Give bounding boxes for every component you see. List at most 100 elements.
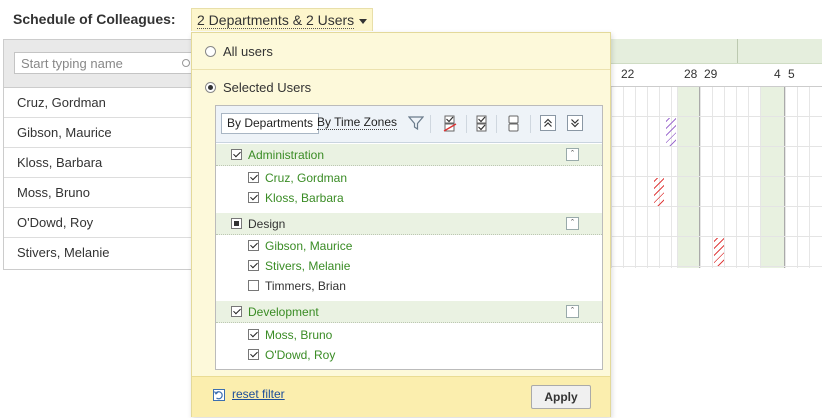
member-row[interactable]: Timmers, Brian <box>216 276 602 296</box>
absence-mark[interactable] <box>714 238 724 266</box>
collapse-all-icon[interactable] <box>540 114 556 132</box>
tab-by-time-zones-label[interactable]: By Time Zones <box>317 115 398 130</box>
toolbar-divider <box>430 115 431 133</box>
member-checkbox[interactable] <box>248 192 259 203</box>
search-input[interactable] <box>14 52 192 74</box>
grid-row-line <box>611 266 822 267</box>
day-column <box>785 87 797 268</box>
reset-filter-link[interactable]: reset filter <box>232 387 285 401</box>
group-label[interactable]: Administration <box>248 148 324 162</box>
member-label[interactable]: Cruz, Gordman <box>265 171 347 185</box>
member-row[interactable]: Cruz, Gordman <box>216 168 602 188</box>
member-checkbox[interactable] <box>248 349 259 360</box>
day-label: 4 <box>774 67 781 81</box>
group-label[interactable]: Design <box>248 217 285 231</box>
member-checkbox[interactable] <box>248 240 259 251</box>
member-row[interactable]: Gibson, Maurice <box>216 236 602 256</box>
toolbar-divider <box>496 115 497 133</box>
reset-icon[interactable] <box>213 389 225 401</box>
absence-mark[interactable] <box>654 178 664 206</box>
day-column <box>635 87 647 268</box>
member-label[interactable]: Gibson, Maurice <box>265 239 352 253</box>
member-label[interactable]: Timmers, Brian <box>265 279 346 293</box>
group-administration[interactable]: Administration ˆ <box>216 144 602 166</box>
filter-dropdown[interactable]: 2 Departments & 2 Users <box>191 8 374 31</box>
divider <box>192 69 610 70</box>
collapse-icon[interactable]: ˆ <box>566 148 579 161</box>
colleague-row[interactable]: Gibson, Maurice <box>4 118 197 148</box>
popup-footer: reset filter Apply <box>192 376 610 417</box>
check-all-icon[interactable] <box>474 114 490 132</box>
day-column <box>748 87 760 268</box>
day-label: 28 <box>684 67 698 81</box>
grid-row-line <box>611 176 822 177</box>
colleague-row[interactable]: Stivers, Melanie <box>4 238 197 268</box>
expand-all-icon[interactable] <box>567 114 583 132</box>
apply-button[interactable]: Apply <box>531 385 591 409</box>
member-row[interactable]: Moss, Bruno <box>216 325 602 345</box>
selector-toolbar: By Departments By Time Zones <box>216 106 602 143</box>
member-label[interactable]: Stivers, Melanie <box>265 259 350 273</box>
selected-users-option[interactable]: Selected Users <box>205 80 311 95</box>
group-checkbox[interactable] <box>231 306 242 317</box>
member-checkbox[interactable] <box>248 172 259 183</box>
collapse-icon[interactable]: ˆ <box>566 305 579 318</box>
all-users-option[interactable]: All users <box>205 44 273 59</box>
grid-row-line <box>611 146 822 147</box>
all-users-label[interactable]: All users <box>223 44 273 59</box>
member-label[interactable]: Moss, Bruno <box>265 328 332 342</box>
colleague-row[interactable]: Kloss, Barbara <box>4 148 197 178</box>
member-checkbox[interactable] <box>248 280 259 291</box>
day-column <box>611 87 623 268</box>
day-label: 5 <box>788 67 795 81</box>
user-selector: By Departments By Time Zones Administrat… <box>215 105 603 370</box>
day-column <box>797 87 809 268</box>
grid-row-line <box>611 116 822 117</box>
group-label[interactable]: Development <box>248 305 319 319</box>
grid-row-line <box>611 206 822 207</box>
month-divider <box>737 39 738 63</box>
filter-icon[interactable] <box>408 114 424 132</box>
month-header <box>611 39 822 64</box>
caret-down-icon[interactable] <box>359 18 368 24</box>
group-checkbox[interactable] <box>231 218 242 229</box>
page-title: Schedule of Colleagues: <box>13 11 176 27</box>
all-users-radio[interactable] <box>205 46 216 57</box>
day-column <box>700 87 712 268</box>
member-label[interactable]: O'Dowd, Roy <box>265 348 335 362</box>
colleague-row[interactable]: Cruz, Gordman <box>4 88 197 118</box>
member-row[interactable]: Stivers, Melanie <box>216 256 602 276</box>
group-development[interactable]: Development ˆ <box>216 301 602 323</box>
tab-by-departments[interactable]: By Departments <box>221 113 320 134</box>
member-checkbox[interactable] <box>248 329 259 340</box>
day-column <box>623 87 635 268</box>
search-icon <box>182 59 190 67</box>
clear-selection-icon[interactable] <box>506 114 522 132</box>
uncheck-all-icon[interactable] <box>442 114 458 132</box>
day-column <box>724 87 736 268</box>
member-row[interactable]: Kloss, Barbara <box>216 188 602 208</box>
colleague-row[interactable]: Moss, Bruno <box>4 178 197 208</box>
group-design[interactable]: Design ˆ <box>216 213 602 235</box>
absence-mark[interactable] <box>666 118 676 146</box>
day-label: 22 <box>621 67 635 81</box>
grid-row-line <box>611 236 822 237</box>
search-bar <box>4 40 197 88</box>
schedule-grid: 22 28 29 4 5 <box>611 39 822 268</box>
selected-users-label[interactable]: Selected Users <box>223 80 311 95</box>
member-label[interactable]: Kloss, Barbara <box>265 191 344 205</box>
filter-popup: All users Selected Users By Departments … <box>191 32 611 417</box>
member-row[interactable]: O'Dowd, Roy <box>216 345 602 365</box>
member-checkbox[interactable] <box>248 260 259 271</box>
group-checkbox[interactable] <box>231 149 242 160</box>
colleague-row[interactable]: O'Dowd, Roy <box>4 208 197 238</box>
collapse-icon[interactable]: ˆ <box>566 217 579 230</box>
day-column <box>760 87 784 268</box>
filter-dropdown-label[interactable]: 2 Departments & 2 Users <box>197 12 355 29</box>
selected-users-radio[interactable] <box>205 82 216 93</box>
day-label: 29 <box>704 67 718 81</box>
day-column <box>677 87 699 268</box>
colleagues-panel: Cruz, Gordman Gibson, Maurice Kloss, Bar… <box>3 39 197 270</box>
day-column <box>809 87 822 268</box>
tab-by-time-zones[interactable]: By Time Zones <box>312 113 402 134</box>
